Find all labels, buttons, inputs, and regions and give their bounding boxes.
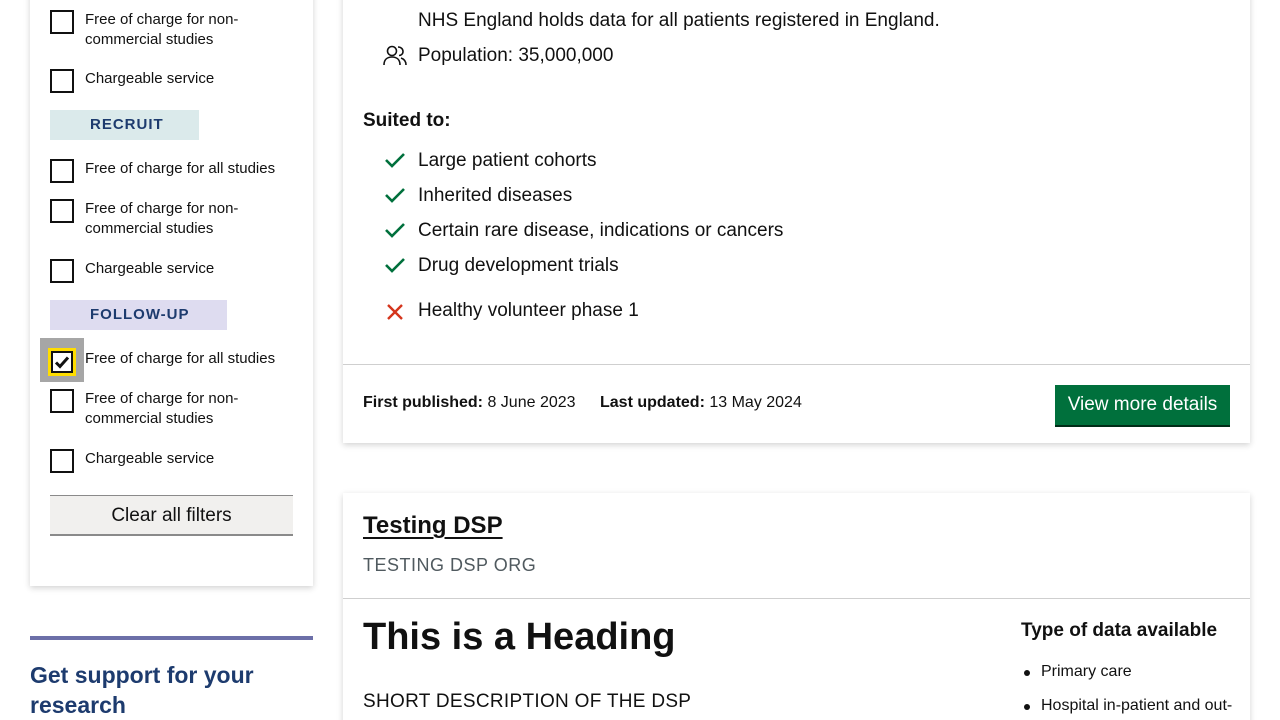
checkbox-label: Chargeable service <box>85 260 215 277</box>
suited-item: Large patient cohorts <box>418 150 597 171</box>
dsp-short-description: SHORT DESCRIPTION OF THE DSP <box>363 691 692 712</box>
check-icon <box>385 258 405 273</box>
suited-to-heading: Suited to: <box>363 110 451 131</box>
checkbox[interactable] <box>50 389 74 413</box>
checkbox[interactable] <box>50 69 74 93</box>
dsp-organisation: TESTING DSP ORG <box>363 555 537 575</box>
people-icon <box>383 45 407 66</box>
suited-item: Certain rare disease, indications or can… <box>418 220 784 241</box>
check-icon <box>385 223 405 238</box>
checkbox-label: Free of charge for all studies <box>85 160 276 177</box>
dsp-heading: This is a Heading <box>363 616 676 658</box>
checkbox[interactable] <box>50 259 74 283</box>
last-updated-label: Last updated: <box>600 394 705 411</box>
last-updated: Last updated: 13 May 2024 <box>600 394 802 412</box>
coverage-text: NHS England holds data for all patients … <box>418 10 940 31</box>
first-published-value: 8 June 2023 <box>487 394 576 411</box>
last-updated-value: 13 May 2024 <box>709 394 802 411</box>
checkbox-label: Free of charge for all studies <box>85 350 276 367</box>
first-published: First published: 8 June 2023 <box>363 394 576 412</box>
suited-item: Inherited diseases <box>418 185 573 206</box>
section-tag-recruit: RECRUIT <box>50 110 199 140</box>
not-suited-item: Healthy volunteer phase 1 <box>418 300 639 321</box>
view-more-details-button[interactable]: View more details <box>1055 385 1230 425</box>
checkbox-label: Chargeable service <box>85 70 215 87</box>
type-of-data-heading: Type of data available <box>1021 620 1218 641</box>
checkbox[interactable] <box>50 10 74 34</box>
support-heading: Get support for your research <box>30 662 254 718</box>
checkbox-checked[interactable] <box>48 348 76 376</box>
checkbox-label: Free of charge for non-commercial studie… <box>85 11 239 48</box>
cross-icon <box>387 304 403 320</box>
list-item: Hospital in-patient and out- <box>1023 697 1233 714</box>
clear-all-filters-button[interactable]: Clear all filters <box>50 495 293 536</box>
card-footer-divider <box>343 364 1250 365</box>
suited-item: Drug development trials <box>418 255 619 276</box>
check-icon <box>385 153 405 168</box>
check-icon <box>385 188 405 203</box>
card-header-divider <box>343 598 1250 599</box>
checkbox[interactable] <box>50 449 74 473</box>
location-pin-icon <box>384 0 408 4</box>
support-divider <box>30 636 313 640</box>
section-tag-follow-up: FOLLOW-UP <box>50 300 227 330</box>
first-published-label: First published: <box>363 394 483 411</box>
checkbox-label: Free of charge for non-commercial studie… <box>85 390 239 427</box>
checkbox-label: Free of charge for non-commercial studie… <box>85 200 239 237</box>
dsp-title-link[interactable]: Testing DSP <box>363 512 503 540</box>
checkmark-icon <box>54 356 70 369</box>
type-of-data-list: Primary care Hospital in-patient and out… <box>1023 662 1233 720</box>
checkbox-label: Chargeable service <box>85 450 215 467</box>
list-item: Primary care <box>1023 662 1232 682</box>
checkbox[interactable] <box>50 199 74 223</box>
population-text: Population: 35,000,000 <box>418 45 614 66</box>
checkbox[interactable] <box>50 159 74 183</box>
